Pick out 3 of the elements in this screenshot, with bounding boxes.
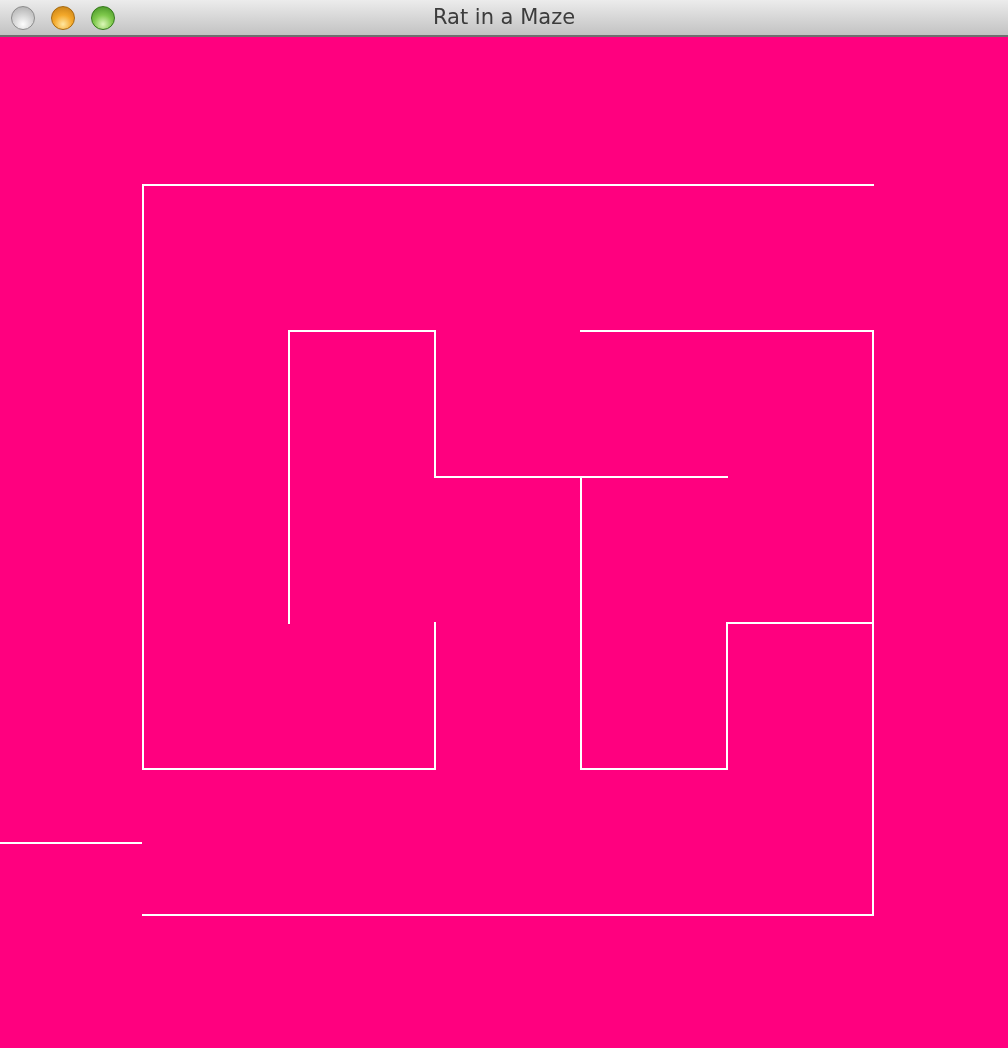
window-title: Rat in a Maze [432, 4, 576, 31]
zoom-button[interactable] [91, 5, 115, 30]
minimize-button[interactable] [51, 5, 75, 30]
